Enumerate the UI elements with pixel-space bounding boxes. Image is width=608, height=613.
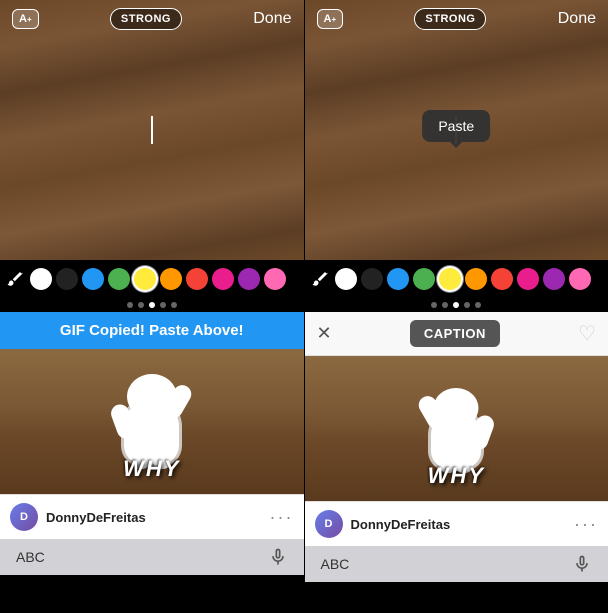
color-red-left[interactable] xyxy=(186,268,208,290)
dot-1-left xyxy=(127,302,133,308)
color-hotpink-right[interactable] xyxy=(569,268,591,290)
dot-5-left xyxy=(171,302,177,308)
color-black-right[interactable] xyxy=(361,268,383,290)
dot-3-left xyxy=(149,302,155,308)
style-btn-left[interactable]: STRONG xyxy=(110,8,182,30)
creature-body-left xyxy=(124,399,179,464)
left-panel: A + STRONG Done GIF Copie xyxy=(0,0,304,613)
username-left: DonnyDeFreitas xyxy=(46,510,146,525)
color-red-right[interactable] xyxy=(491,268,513,290)
username-right: DonnyDeFreitas xyxy=(351,517,451,532)
dot-1-right xyxy=(431,302,437,308)
gif-image-right: WHY xyxy=(305,356,608,501)
color-pink-right[interactable] xyxy=(517,268,539,290)
gif-card-right: WHY D DonnyDeFreitas ··· xyxy=(305,356,608,546)
color-blue-left[interactable] xyxy=(82,268,104,290)
dots-indicator-left xyxy=(0,298,304,312)
editor-area-left: A + STRONG Done xyxy=(0,0,304,260)
right-panel: A + STRONG Done Paste xyxy=(305,0,608,613)
gif-image-left: WHY xyxy=(0,349,304,494)
editor-top-bar-left: A + STRONG Done xyxy=(0,8,304,30)
style-btn-right[interactable]: STRONG xyxy=(414,8,486,30)
brush-icon-right[interactable] xyxy=(309,268,331,290)
creature-body-right xyxy=(431,410,481,468)
color-hotpink-left[interactable] xyxy=(264,268,286,290)
color-purple-left[interactable] xyxy=(238,268,260,290)
card-left-right: D DonnyDeFreitas xyxy=(315,510,451,538)
avatar-right: D xyxy=(315,510,343,538)
avatar-left: D xyxy=(10,503,38,531)
keyboard-bar-left: ABC xyxy=(0,539,304,575)
done-btn-left[interactable]: Done xyxy=(253,10,291,28)
done-btn-right[interactable]: Done xyxy=(558,10,596,28)
font-size-label-right: A xyxy=(324,13,332,25)
abc-text-left: ABC xyxy=(16,549,45,565)
more-btn-right[interactable]: ··· xyxy=(574,514,598,535)
dot-2-left xyxy=(138,302,144,308)
text-cursor-left xyxy=(151,116,153,144)
fluffy-creature-right xyxy=(431,410,481,468)
editor-top-bar-right: A + STRONG Done xyxy=(305,8,608,30)
card-left-left: D DonnyDeFreitas xyxy=(10,503,146,531)
heart-icon[interactable]: ♡ xyxy=(578,321,596,346)
notification-bar: GIF Copied! Paste Above! xyxy=(0,312,304,349)
dot-3-right xyxy=(453,302,459,308)
dots-indicator-right xyxy=(305,298,608,312)
color-yellow-left[interactable] xyxy=(134,268,156,290)
dot-5-right xyxy=(475,302,481,308)
creature-head-l xyxy=(127,374,177,419)
card-info-left: D DonnyDeFreitas ··· xyxy=(0,494,304,539)
gif-card-left: WHY D DonnyDeFreitas ··· xyxy=(0,349,304,539)
font-size-label-left: A xyxy=(19,13,27,25)
fluffy-creature-left xyxy=(124,399,179,464)
mic-icon-right[interactable] xyxy=(572,554,592,574)
plus-icon-left: + xyxy=(27,15,32,24)
dot-4-right xyxy=(464,302,470,308)
color-bar-right xyxy=(305,260,608,298)
why-text-right: WHY xyxy=(305,463,608,489)
font-size-btn-right[interactable]: A + xyxy=(317,9,344,29)
color-green-left[interactable] xyxy=(108,268,130,290)
plus-icon-right: + xyxy=(331,15,336,24)
caption-btn[interactable]: CAPTION xyxy=(410,320,500,347)
editor-area-right: A + STRONG Done Paste xyxy=(305,0,608,260)
dot-2-right xyxy=(442,302,448,308)
color-white-right[interactable] xyxy=(335,268,357,290)
more-btn-left[interactable]: ··· xyxy=(270,507,294,528)
mic-icon-left[interactable] xyxy=(268,547,288,567)
color-pink-left[interactable] xyxy=(212,268,234,290)
abc-text-right: ABC xyxy=(321,556,350,572)
keyboard-bar-right: ABC xyxy=(305,546,608,582)
color-orange-left[interactable] xyxy=(160,268,182,290)
color-yellow-right[interactable] xyxy=(439,268,461,290)
card-info-right: D DonnyDeFreitas ··· xyxy=(305,501,608,546)
color-blue-right[interactable] xyxy=(387,268,409,290)
color-orange-right[interactable] xyxy=(465,268,487,290)
creature-head-r xyxy=(434,388,479,428)
dot-4-left xyxy=(160,302,166,308)
caption-bar: ✕ CAPTION ♡ xyxy=(305,312,608,356)
color-white-left[interactable] xyxy=(30,268,52,290)
font-size-btn-left[interactable]: A + xyxy=(12,9,39,29)
brush-icon-left[interactable] xyxy=(4,268,26,290)
paste-tooltip[interactable]: Paste xyxy=(422,110,490,142)
color-bar-left xyxy=(0,260,304,298)
why-text-left: WHY xyxy=(0,456,304,482)
color-purple-right[interactable] xyxy=(543,268,565,290)
color-green-right[interactable] xyxy=(413,268,435,290)
color-black-left[interactable] xyxy=(56,268,78,290)
close-btn[interactable]: ✕ xyxy=(317,323,332,344)
